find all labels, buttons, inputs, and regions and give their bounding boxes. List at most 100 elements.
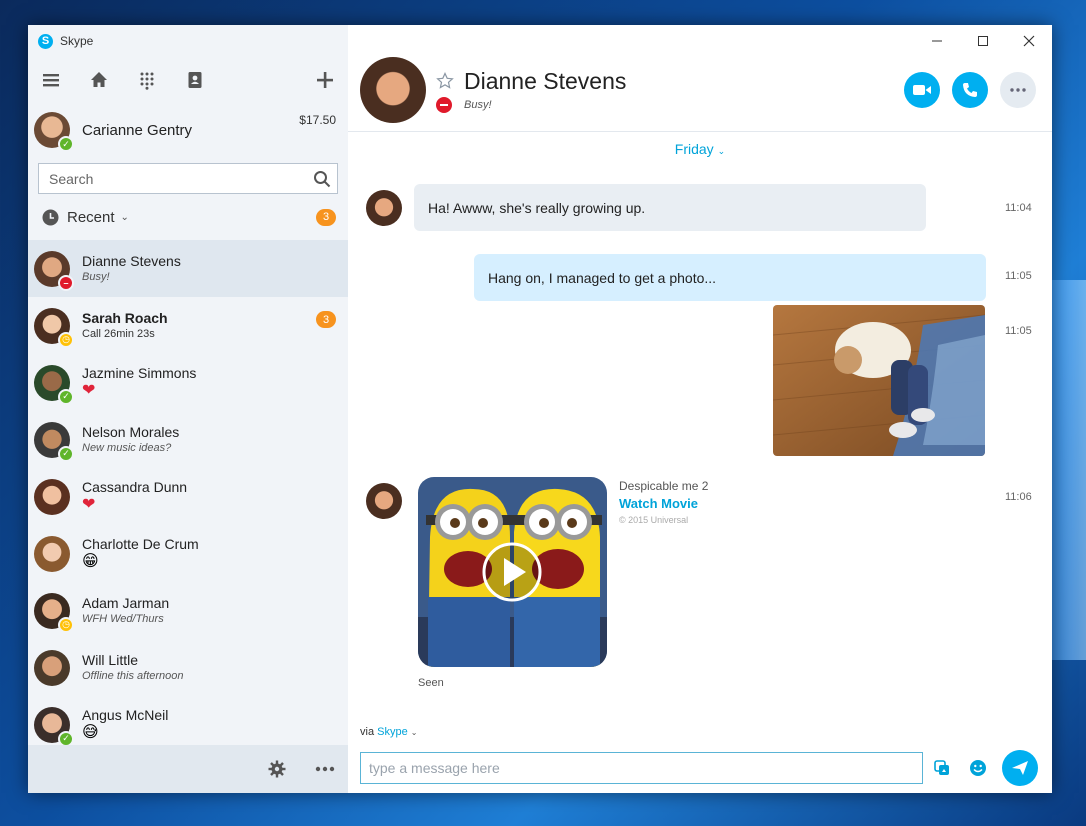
maximize-icon[interactable]	[960, 25, 1006, 57]
avatar	[34, 535, 70, 572]
window-controls	[914, 25, 1052, 57]
presence-busy-icon	[436, 96, 452, 113]
contact-name: Jazmine Simmons	[82, 365, 197, 381]
contact-status: Busy!	[82, 270, 110, 283]
conversation-header: Dianne Stevens Busy!	[360, 57, 1036, 123]
contact-status: WFH Wed/Thurs	[82, 612, 164, 625]
contact-will-little[interactable]: Will Little Offline this afternoon	[28, 639, 348, 696]
menu-icon[interactable]	[40, 69, 62, 91]
seen-indicator: Seen	[418, 677, 444, 689]
conversation-pane: Dianne Stevens Busy! Friday ⌄ Ha! Awww, …	[348, 25, 1052, 793]
contact-status: Offline this afternoon	[82, 669, 184, 682]
contact-name: Sarah Roach	[82, 309, 168, 326]
gear-icon[interactable]	[266, 758, 288, 780]
presence-away-icon: ◷	[58, 331, 74, 348]
sidebar: S Skype ✓ Carianne Gentry $17.50 Search …	[28, 25, 348, 793]
avatar: ✓	[34, 706, 74, 747]
conversation-more-button[interactable]	[1000, 72, 1036, 108]
presence-busy-icon: –	[58, 274, 74, 291]
via-label: via	[360, 726, 375, 738]
avatar: –	[34, 250, 74, 291]
contact-list: – Dianne Stevens Busy! ◷ Sarah Roach Cal…	[28, 240, 348, 753]
message-text: Hang on, I managed to get a photo...	[488, 269, 717, 286]
day-label: Friday	[674, 141, 714, 157]
avatar[interactable]	[366, 190, 402, 226]
sidebar-footer	[28, 745, 348, 793]
sidebar-toolbar	[28, 57, 348, 103]
conversation-title: Dianne Stevens	[464, 67, 627, 94]
contact-name: Cassandra Dunn	[82, 479, 188, 495]
skype-logo-icon: S	[38, 33, 53, 49]
avatar: ◷	[34, 307, 74, 348]
avatar[interactable]	[360, 57, 426, 123]
close-icon[interactable]	[1006, 25, 1052, 57]
unread-badge: 3	[316, 208, 336, 226]
contact-cassandra-dunn[interactable]: Cassandra Dunn ❤	[28, 468, 348, 525]
shared-photo[interactable]	[773, 305, 985, 456]
contact-name: Angus McNeil	[82, 707, 169, 723]
send-icon	[1012, 761, 1028, 775]
sweat-smile-emoticon-icon: 😅	[82, 724, 99, 741]
favorite-star-icon[interactable]	[436, 72, 454, 90]
presence-online-icon: ✓	[58, 136, 74, 152]
contact-nelson-morales[interactable]: ✓ Nelson Morales New music ideas?	[28, 411, 348, 468]
message-bubble-incoming[interactable]: Ha! Awww, she's really growing up.	[414, 184, 926, 231]
skype-window: S Skype ✓ Carianne Gentry $17.50 Search …	[28, 25, 1052, 793]
contacts-book-icon[interactable]	[184, 69, 206, 91]
clock-icon	[42, 209, 59, 225]
message-input[interactable]	[369, 760, 914, 776]
via-service-selector[interactable]: via Skype ⌄	[360, 726, 417, 738]
search-icon[interactable]	[313, 170, 331, 188]
header-divider	[348, 131, 1052, 132]
more-options-icon	[1010, 88, 1026, 92]
phone-icon	[963, 83, 977, 97]
contact-status: New music ideas?	[82, 441, 172, 454]
message-text: Ha! Awww, she's really growing up.	[428, 199, 646, 216]
media-bar-icon[interactable]	[931, 757, 953, 779]
search-input[interactable]	[49, 170, 313, 187]
message-composer[interactable]	[360, 752, 923, 784]
contact-charlotte-de-crum[interactable]: Charlotte De Crum 😁	[28, 525, 348, 582]
home-icon[interactable]	[88, 69, 110, 91]
video-thumbnail[interactable]	[418, 477, 607, 667]
contact-sarah-roach[interactable]: ◷ Sarah Roach Call 26min 23s 3	[28, 297, 348, 354]
watch-movie-link[interactable]: Watch Movie	[619, 496, 708, 511]
search-box[interactable]	[38, 163, 338, 194]
contact-name: Nelson Morales	[82, 423, 180, 440]
heart-emoticon-icon: ❤	[82, 382, 96, 399]
contact-name: Will Little	[82, 651, 139, 668]
contact-adam-jarman[interactable]: ◷ Adam Jarman WFH Wed/Thurs	[28, 582, 348, 639]
minimize-icon[interactable]	[914, 25, 960, 57]
avatar: ◷	[34, 592, 74, 633]
avatar[interactable]: ✓	[34, 112, 74, 152]
more-options-icon[interactable]	[314, 758, 336, 780]
desktop-background-glow	[1046, 280, 1086, 660]
day-separator[interactable]: Friday ⌄	[348, 141, 1052, 157]
contact-jazmine-simmons[interactable]: ✓ Jazmine Simmons ❤	[28, 354, 348, 411]
message-bubble-outgoing[interactable]: Hang on, I managed to get a photo...	[474, 254, 986, 301]
chevron-down-icon: ⌄	[410, 728, 418, 737]
contact-name: Adam Jarman	[82, 594, 170, 611]
avatar: ✓	[34, 364, 74, 405]
add-icon[interactable]	[314, 69, 336, 91]
presence-online-icon: ✓	[58, 388, 74, 405]
avatar: ✓	[34, 421, 74, 462]
app-title: Skype	[60, 34, 94, 48]
movie-title: Despicable me 2	[619, 479, 709, 493]
movie-card-meta: Despicable me 2 Watch Movie © 2015 Unive…	[619, 479, 708, 525]
skype-credit[interactable]: $17.50	[299, 113, 336, 127]
conversation-status: Busy!	[464, 98, 492, 111]
recent-filter[interactable]: Recent ⌄ 3	[28, 194, 348, 240]
contact-dianne-stevens[interactable]: – Dianne Stevens Busy!	[28, 240, 348, 297]
avatar[interactable]	[366, 483, 402, 519]
avatar	[34, 478, 70, 515]
current-user[interactable]: ✓ Carianne Gentry $17.50	[28, 103, 348, 157]
video-call-button[interactable]	[904, 72, 940, 108]
emoticon-picker-icon[interactable]	[967, 757, 989, 779]
dialpad-icon[interactable]	[136, 69, 158, 91]
audio-call-button[interactable]	[952, 72, 988, 108]
send-button[interactable]	[1002, 750, 1038, 786]
service-name: Skype	[377, 726, 408, 738]
contact-name: Charlotte De Crum	[82, 536, 199, 552]
movie-copyright: © 2015 Universal	[619, 515, 689, 525]
